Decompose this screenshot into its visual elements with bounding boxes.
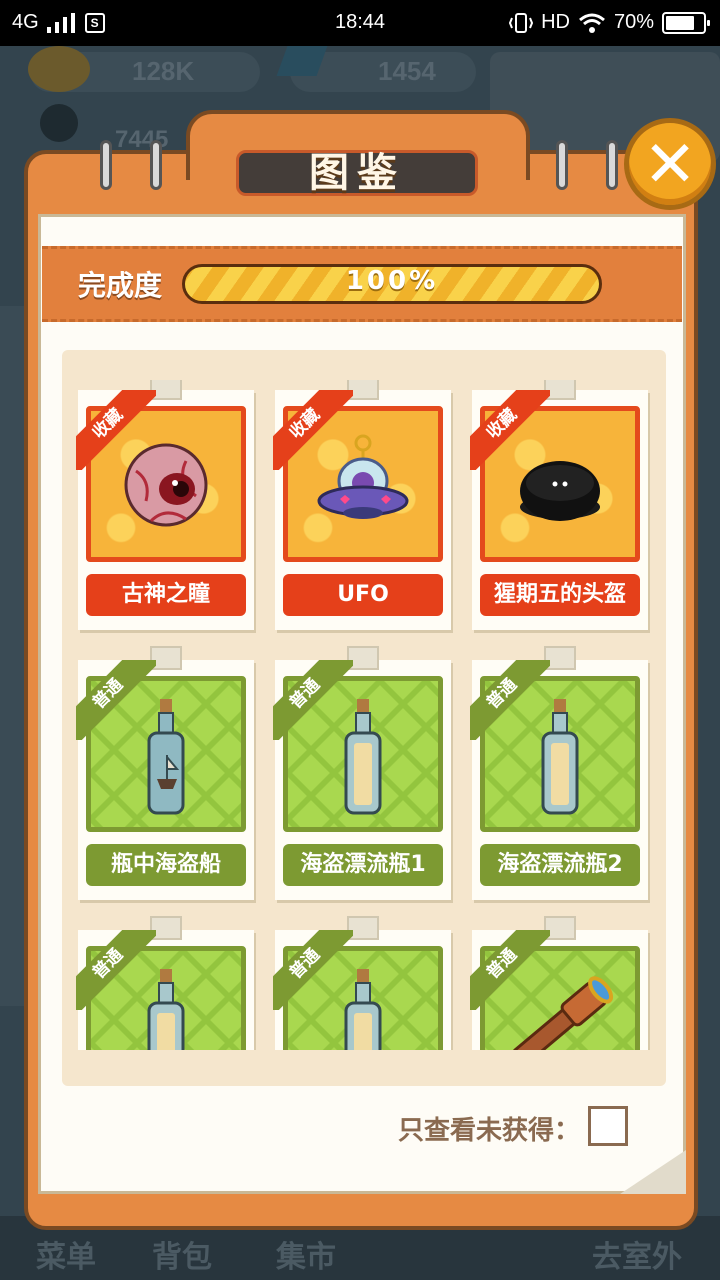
progress-value: 100% bbox=[345, 266, 439, 296]
rarity-label: 普通 bbox=[273, 660, 353, 740]
battery-icon bbox=[662, 11, 710, 34]
collection-grid[interactable]: 收藏 古神之瞳 收藏 UFO 收藏 猩期五的头盔 普通 瓶中海盗船 普通 海盗漂流瓶1 普通 海盗漂流… bbox=[62, 380, 666, 1050]
battery-percent: 70% bbox=[613, 11, 654, 33]
rarity-label: 普通 bbox=[470, 660, 550, 740]
rarity-ribbon: 收藏 bbox=[76, 390, 156, 470]
binder-ring-icon bbox=[606, 140, 618, 190]
rarity-label: 普通 bbox=[273, 930, 353, 1010]
collection-card[interactable]: 收藏古神之瞳 bbox=[76, 380, 254, 630]
binder-ring-icon bbox=[150, 140, 162, 190]
rarity-ribbon: 收藏 bbox=[273, 390, 353, 470]
card-name-label: 海盗漂流瓶2 bbox=[480, 844, 640, 886]
card-name-label: 古神之瞳 bbox=[86, 574, 246, 616]
rarity-ribbon: 普通 bbox=[273, 930, 353, 1010]
rarity-label: 普通 bbox=[76, 930, 156, 1010]
rarity-ribbon: 普通 bbox=[76, 660, 156, 740]
card-name-label: 猩期五的头盔 bbox=[480, 574, 640, 616]
page-title: 图鉴 bbox=[309, 150, 405, 196]
tab-market: 集市 bbox=[276, 1240, 336, 1275]
rarity-ribbon: 普通 bbox=[470, 660, 550, 740]
rarity-label: 普通 bbox=[76, 660, 156, 740]
rarity-label: 普通 bbox=[470, 930, 550, 1010]
vibrate-icon bbox=[509, 12, 534, 33]
rarity-ribbon: 普通 bbox=[273, 660, 353, 740]
collection-card[interactable]: 收藏猩期五的头盔 bbox=[470, 380, 648, 630]
wifi-icon bbox=[579, 13, 605, 33]
close-button[interactable]: ✕ bbox=[624, 118, 716, 210]
card-name-label: UFO bbox=[283, 574, 443, 616]
rarity-ribbon: 普通 bbox=[470, 930, 550, 1010]
tab-menu: 菜单 bbox=[36, 1240, 96, 1275]
collection-card[interactable]: 普通 bbox=[273, 916, 451, 1050]
rarity-ribbon: 普通 bbox=[76, 930, 156, 1010]
collection-card[interactable]: 普通瓶中海盗船 bbox=[76, 646, 254, 900]
rarity-label: 收藏 bbox=[76, 390, 156, 470]
gem-count: 1454 bbox=[378, 56, 436, 86]
status-bar: 4G S 18:44 HD 70% bbox=[0, 0, 720, 46]
rarity-label: 收藏 bbox=[470, 390, 550, 470]
binder-ring-icon bbox=[100, 140, 112, 190]
avatar bbox=[40, 104, 78, 142]
progress-label: 完成度 bbox=[78, 269, 163, 302]
rarity-label: 收藏 bbox=[273, 390, 353, 470]
tab-bag: 背包 bbox=[152, 1240, 212, 1275]
card-name-label: 海盗漂流瓶1 bbox=[283, 844, 443, 886]
coin-icon bbox=[28, 46, 90, 92]
collection-card[interactable]: 普通 bbox=[76, 916, 254, 1050]
collection-card[interactable]: 收藏 UFO bbox=[273, 380, 451, 630]
collection-card[interactable]: 普通海盗漂流瓶2 bbox=[470, 646, 648, 900]
rarity-ribbon: 收藏 bbox=[470, 390, 550, 470]
coin-count: 128K bbox=[132, 56, 195, 86]
close-icon: ✕ bbox=[643, 128, 697, 202]
collection-card[interactable]: 普通 bbox=[470, 916, 648, 1050]
filter-label: 只查看未获得： bbox=[398, 1116, 581, 1146]
tab-outdoor: 去室外 bbox=[592, 1240, 682, 1275]
collection-card[interactable]: 普通海盗漂流瓶1 bbox=[273, 646, 451, 900]
hd-indicator: HD bbox=[541, 11, 570, 33]
card-name-label: 瓶中海盗船 bbox=[86, 844, 246, 886]
unobtained-filter-checkbox[interactable] bbox=[588, 1106, 628, 1146]
binder-ring-icon bbox=[556, 140, 568, 190]
